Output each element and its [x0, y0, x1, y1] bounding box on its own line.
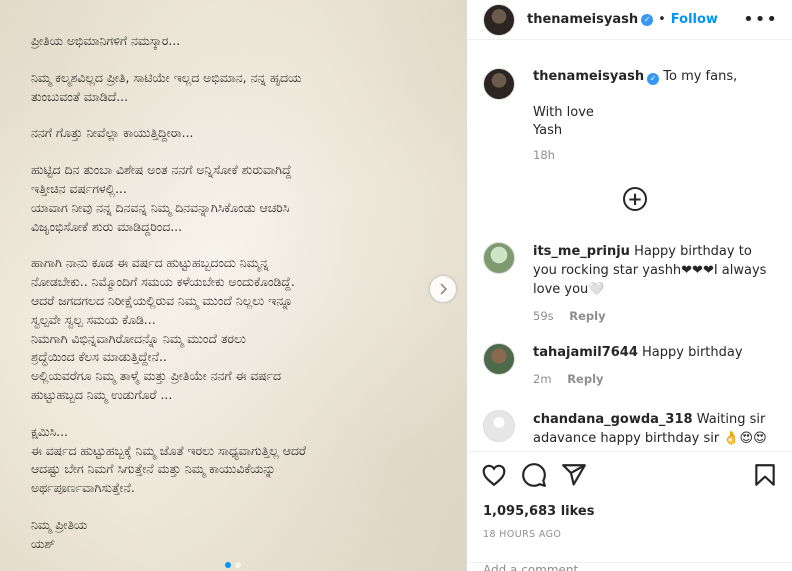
- header-separator: •: [658, 12, 666, 27]
- caption-username[interactable]: thenameisyash: [533, 69, 644, 84]
- carousel-dot-active: [225, 562, 231, 568]
- commenter-username[interactable]: tahajamil7644: [533, 345, 638, 360]
- follow-button[interactable]: Follow: [671, 12, 718, 27]
- commenter-avatar[interactable]: [483, 343, 515, 375]
- reply-button[interactable]: Reply: [569, 309, 605, 323]
- caption-line-2: With love: [533, 105, 594, 120]
- reply-button[interactable]: Reply: [567, 372, 603, 386]
- instagram-post-view: ಪ್ರೀತಿಯ ಅಭಿಮಾನಿಗಳಿಗೆ ನಮಸ್ಕಾರ... ನಿಮ್ಮ ಕಲ…: [0, 0, 792, 571]
- comment-item: its_me_prinju Happy birthday to you rock…: [483, 242, 778, 326]
- post-image[interactable]: ಪ್ರೀತಿಯ ಅಭಿಮಾನಿಗಳಿಗೆ ನಮಸ್ಕಾರ... ನಿಮ್ಮ ಕಲ…: [0, 0, 467, 571]
- comment-item: tahajamil7644 Happy birthday 2m Reply: [483, 343, 778, 389]
- comment-time: 2m: [533, 372, 552, 386]
- letter-greeting: ಪ್ರೀತಿಯ ಅಭಿಮಾನಿಗಳಿಗೆ ನಮಸ್ಕಾರ...: [31, 33, 181, 48]
- comment-time: 59s: [533, 309, 554, 323]
- commenter-username[interactable]: chandana_gowda_318: [533, 412, 693, 427]
- commenter-username[interactable]: its_me_prinju: [533, 244, 630, 259]
- post-caption: thenameisyash ✓ To my fans, With love Yas…: [467, 40, 792, 164]
- letter-text: ಪ್ರೀತಿಯ ಅಭಿಮಾನಿಗಳಿಗೆ ನಮಸ್ಕಾರ... ನಿಮ್ಮ ಕಲ…: [31, 32, 451, 554]
- letter-paragraph-4: ಹಾಗಾಗಿ ನಾನು ಕೂಡ ಈ ವರ್ಷದ ಹುಟ್ಟುಹಬ್ಬದಂದು ನ…: [31, 255, 295, 402]
- post-header: thenameisyash ✓ • Follow •••: [467, 0, 792, 40]
- verified-badge-icon: ✓: [647, 73, 660, 85]
- commenter-avatar[interactable]: [483, 242, 515, 274]
- load-more-comments-icon[interactable]: +: [623, 187, 647, 211]
- caption-line-1: To my fans,: [663, 69, 738, 84]
- comment-item: chandana_gowda_318 Waiting sir adavance …: [483, 410, 778, 448]
- share-icon[interactable]: [561, 462, 587, 488]
- carousel-dots: [0, 562, 466, 568]
- letter-paragraph-3: ಹುಟ್ಟಿದ ದಿನ ತುಂಬಾ ವಿಶೇಷ ಅಂತ ನನಗೆ ಅನ್ನಿಸೋ…: [31, 162, 292, 234]
- bookmark-icon[interactable]: [752, 462, 778, 488]
- next-arrow-icon[interactable]: [430, 276, 456, 302]
- letter-paragraph-1: ನಿಮ್ಮ ಕಲ್ಮಶವಿಲ್ಲದ ಪ್ರೀತಿ, ಸಾಟಿಯೇ ಇಲ್ಲದ ಅ…: [31, 69, 302, 104]
- verified-badge-icon: ✓: [641, 13, 654, 26]
- caption-line-3: Yash: [533, 123, 563, 138]
- heart-icon[interactable]: [481, 462, 507, 488]
- carousel-dot: [235, 562, 241, 568]
- commenter-avatar[interactable]: [483, 410, 515, 442]
- letter-signature: ನಿಮ್ಮ ಪ್ರೀತಿಯ ಯಶ್: [31, 516, 88, 551]
- caption-avatar[interactable]: [483, 68, 515, 100]
- post-timestamp: 18 HOURS AGO: [483, 529, 562, 540]
- author-avatar[interactable]: [483, 3, 515, 36]
- author-username[interactable]: thenameisyash: [527, 12, 638, 27]
- post-actions: 1,095,683 likes 18 HOURS AGO Add a comme…: [467, 451, 792, 571]
- post-side-panel: thenameisyash ✓ • Follow ••• thenameisya…: [467, 0, 792, 571]
- comment-icon[interactable]: [521, 462, 547, 488]
- caption-time: 18h: [533, 148, 555, 162]
- comment-text: Happy birthday: [642, 345, 743, 360]
- add-comment-input[interactable]: Add a comment...: [467, 562, 792, 571]
- likes-count[interactable]: 1,095,683 likes: [467, 488, 792, 519]
- letter-paragraph-2: ನನಗೆ ಗೊತ್ತು ನೀವೆಲ್ಲಾ ಕಾಯುತ್ತಿದ್ದೀರಾ...: [31, 125, 194, 141]
- letter-paragraph-5: ಕ್ಷಮಿಸಿ... ಈ ವರ್ಷದ ಹುಟ್ಟುಹಬ್ಬಕ್ಕೆ ನಿಮ್ಮ …: [31, 423, 306, 496]
- more-options-icon[interactable]: •••: [743, 9, 778, 30]
